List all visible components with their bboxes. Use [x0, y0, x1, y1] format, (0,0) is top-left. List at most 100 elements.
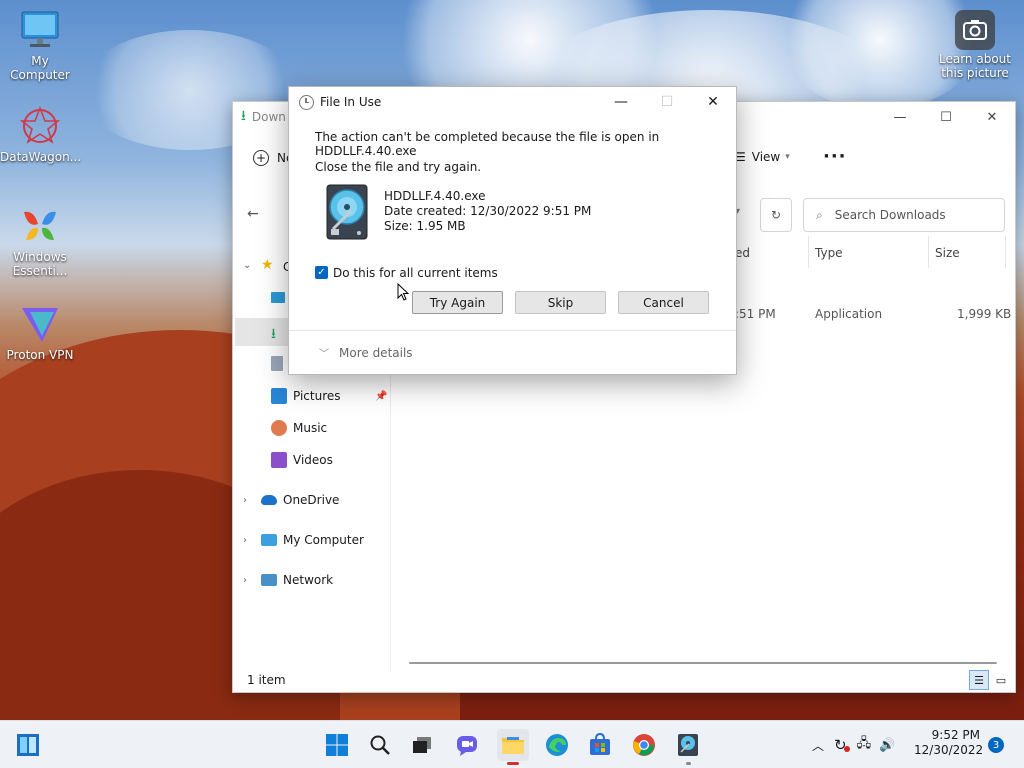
view-label: View — [751, 150, 781, 164]
column-divider[interactable] — [928, 236, 929, 268]
taskbar: ︿ ↻ 🖧 🔊 9:52 PM 12/30/2022 3 — [0, 720, 1024, 768]
sidebar-item-label: My Computer — [283, 533, 364, 547]
music-icon — [271, 420, 287, 436]
column-type[interactable]: Type — [815, 246, 843, 260]
status-bar: 1 item ☰ ▭ — [233, 668, 1015, 692]
store-button[interactable] — [584, 729, 616, 761]
task-view-button[interactable] — [406, 729, 438, 761]
sidebar-item-pictures[interactable]: Pictures 📌 — [271, 383, 429, 409]
sidebar-item-label: Videos — [293, 453, 333, 467]
hdd-app-taskbar-button[interactable] — [672, 729, 704, 765]
plus-circle-icon: + — [253, 150, 269, 166]
cancel-button[interactable]: Cancel — [618, 291, 709, 314]
close-button[interactable]: ✕ — [690, 87, 736, 117]
chevron-right-icon[interactable]: › — [243, 495, 247, 506]
learn-about-picture[interactable]: Learn about this picture — [935, 10, 1015, 80]
desktop-icon-label: DataWagon... — [0, 150, 82, 164]
sidebar-item-label: OneDrive — [283, 493, 340, 507]
column-divider[interactable] — [1005, 236, 1006, 268]
sidebar-item-onedrive[interactable]: OneDrive — [261, 487, 419, 513]
folder-icon — [502, 737, 524, 754]
videos-icon — [271, 452, 287, 468]
volume-icon[interactable]: 🔊 — [879, 738, 895, 753]
tiles-view-button[interactable]: ▭ — [991, 670, 1011, 690]
chrome-icon — [633, 734, 655, 756]
search-button[interactable] — [364, 729, 396, 761]
column-date-modified[interactable]: ed — [735, 246, 750, 260]
widgets-button[interactable] — [12, 729, 44, 761]
chrome-button[interactable] — [628, 729, 660, 761]
clock[interactable]: 9:52 PM 12/30/2022 — [914, 728, 983, 758]
file-in-use-dialog[interactable]: File In Use — ☐ ✕ The action can't be co… — [288, 86, 737, 375]
more-details-toggle[interactable]: ﹀ More details — [289, 330, 736, 374]
row-date: :51 PM — [735, 307, 776, 321]
pictures-icon — [271, 388, 287, 404]
chevron-right-icon[interactable]: › — [243, 535, 247, 546]
search-placeholder: Search Downloads — [834, 208, 946, 222]
edge-button[interactable] — [541, 729, 573, 761]
column-divider[interactable] — [808, 236, 809, 268]
sidebar-item-my-computer[interactable]: My Computer — [261, 527, 419, 553]
chevron-right-icon[interactable]: › — [243, 575, 247, 586]
sync-icon[interactable]: ↻ — [834, 736, 850, 754]
checkmark-icon: ✓ — [317, 267, 326, 278]
refresh-button[interactable]: ↻ — [760, 198, 792, 232]
more-details-label: More details — [339, 345, 413, 360]
file-size: Size: 1.95 MB — [384, 219, 466, 233]
computer-icon — [261, 534, 277, 546]
details-view-button[interactable]: ☰ — [969, 670, 989, 690]
sidebar-item-music[interactable]: Music — [271, 415, 429, 441]
camera-icon — [955, 10, 995, 50]
pin-icon[interactable]: 📌 — [375, 391, 387, 402]
maximize-button[interactable]: ☐ — [923, 102, 969, 132]
desktop-icon-my-computer[interactable]: My Computer — [0, 8, 80, 82]
view-button[interactable]: ☰ View ▾ — [735, 150, 790, 164]
start-button[interactable] — [321, 729, 353, 761]
search-icon — [370, 735, 390, 755]
desktop-icon-proton-vpn[interactable]: Proton VPN — [0, 302, 80, 362]
close-button[interactable]: ✕ — [969, 102, 1015, 132]
sidebar-item-network[interactable]: Network — [261, 567, 419, 593]
chat-icon — [457, 736, 477, 756]
minimize-button[interactable]: — — [598, 87, 644, 117]
file-date-created: Date created: 12/30/2022 9:51 PM — [384, 204, 592, 218]
star-icon: ★ — [261, 257, 274, 273]
documents-icon[interactable] — [271, 356, 283, 371]
windows-essentials-icon — [18, 204, 62, 248]
hard-drive-icon — [325, 183, 369, 241]
desktop-icon-label: My Computer — [10, 54, 70, 82]
chat-button[interactable] — [451, 729, 483, 761]
running-indicator — [686, 762, 691, 765]
desktop-icon-label: Proton VPN — [6, 348, 74, 362]
search-input[interactable]: ⌕ Search Downloads — [803, 198, 1005, 232]
chevron-down-icon[interactable]: ⌄ — [243, 260, 251, 271]
dialog-message: The action can't be completed because th… — [315, 130, 660, 158]
back-arrow-icon[interactable]: ← — [247, 206, 259, 222]
dialog-window-controls: — ☐ ✕ — [598, 87, 736, 117]
chevron-up-icon[interactable]: ︿ — [812, 737, 824, 754]
explorer-title: Down — [251, 110, 286, 124]
desktop-icon-datawagon[interactable]: DataWagon... — [0, 104, 82, 164]
sidebar-item-videos[interactable]: Videos — [271, 447, 429, 473]
maximize-button: ☐ — [660, 94, 674, 110]
network-icon[interactable]: 🖧 — [857, 734, 872, 756]
desktop-icon-windows-essentials[interactable]: Windows Essenti... — [0, 204, 80, 278]
minimize-button[interactable]: — — [877, 102, 923, 132]
more-options-button[interactable]: ··· — [823, 146, 847, 167]
onedrive-icon — [261, 495, 277, 505]
desktop-icon-label: Windows Essenti... — [12, 250, 68, 278]
notification-badge[interactable]: 3 — [988, 737, 1004, 753]
datawagon-icon — [18, 104, 62, 148]
column-size[interactable]: Size — [935, 246, 960, 260]
try-again-button[interactable]: Try Again — [412, 291, 503, 314]
skip-button[interactable]: Skip — [515, 291, 606, 314]
apply-all-checkbox[interactable]: ✓ — [315, 266, 328, 279]
sidebar-item-label: Pictures — [293, 389, 341, 403]
widgets-icon — [17, 734, 39, 756]
horizontal-scrollbar[interactable] — [409, 662, 997, 664]
downloads-icon: ⭳ — [241, 108, 246, 124]
desktop-folder-icon[interactable] — [271, 292, 285, 303]
file-explorer-taskbar-button[interactable] — [497, 729, 529, 765]
sidebar-item-label: Network — [283, 573, 334, 587]
apply-all-label[interactable]: Do this for all current items — [333, 266, 498, 280]
